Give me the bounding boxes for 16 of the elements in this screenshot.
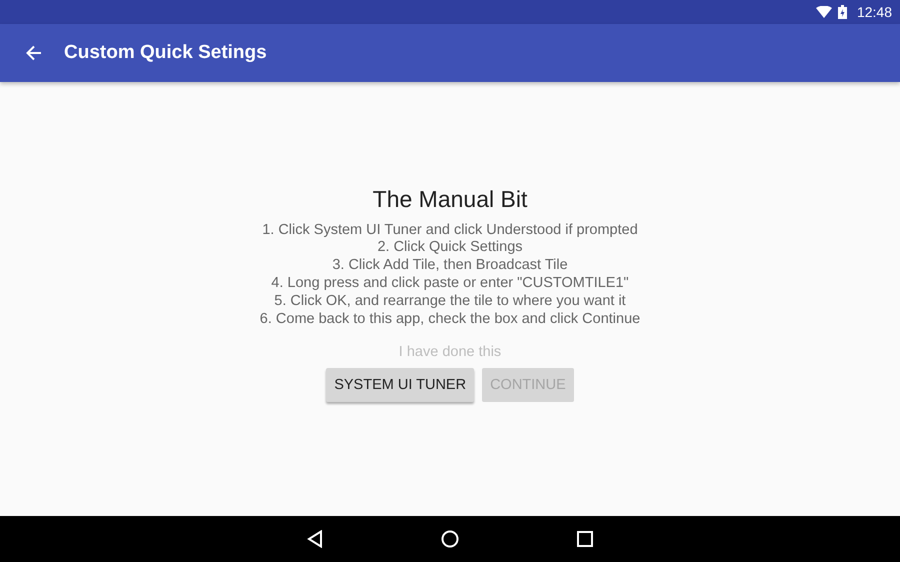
clock-time: 12:48 (856, 4, 892, 20)
instruction-step: 3. Click Add Tile, then Broadcast Tile (332, 257, 568, 275)
instruction-step: 2. Click Quick Settings (377, 239, 523, 258)
instruction-step: 6. Come back to this app, check the box and click Continue (260, 310, 640, 328)
battery-icon (838, 5, 847, 19)
square-icon[interactable] (577, 531, 593, 547)
home-circle-icon[interactable] (441, 530, 459, 548)
wifi-icon (816, 6, 832, 18)
back-triangle-icon[interactable] (307, 530, 323, 548)
back-button[interactable] (24, 43, 44, 63)
instruction-step: 1. Click System UI Tuner and click Understood if prompted (262, 222, 638, 240)
instruction-step: 4. Long press and click paste or enter "CUSTOMTILE1" (271, 275, 629, 293)
action-button[interactable]: SYSTEM UI TUNER (326, 368, 474, 402)
app-bar-title: Custom Quick Setings (64, 42, 267, 64)
heading: The Manual Bit (372, 186, 528, 213)
instruction-step: 5. Click OK, and rearrange the tile to where you want it (274, 292, 626, 311)
